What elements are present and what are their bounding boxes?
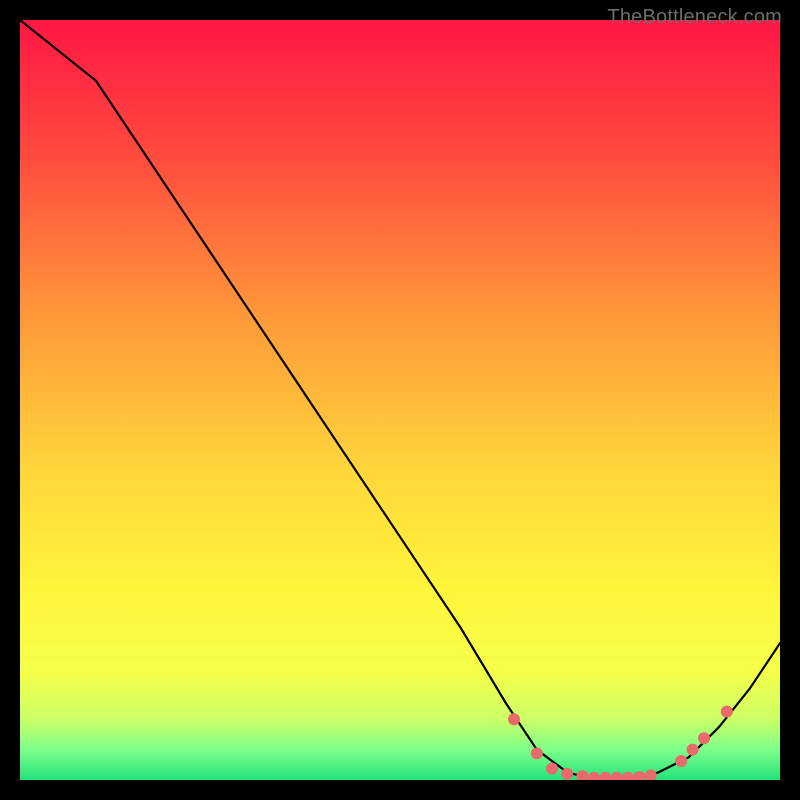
chart-marker [561, 768, 573, 780]
chart-svg [20, 20, 780, 780]
chart-marker [531, 747, 543, 759]
chart-marker [687, 744, 699, 756]
chart-marker [675, 755, 687, 767]
chart-marker [721, 706, 733, 718]
chart-plot-area [20, 20, 780, 780]
chart-marker [698, 732, 710, 744]
watermark-text: TheBottleneck.com [607, 6, 782, 29]
chart-background [20, 20, 780, 780]
chart-marker [546, 763, 558, 775]
chart-marker [508, 713, 520, 725]
